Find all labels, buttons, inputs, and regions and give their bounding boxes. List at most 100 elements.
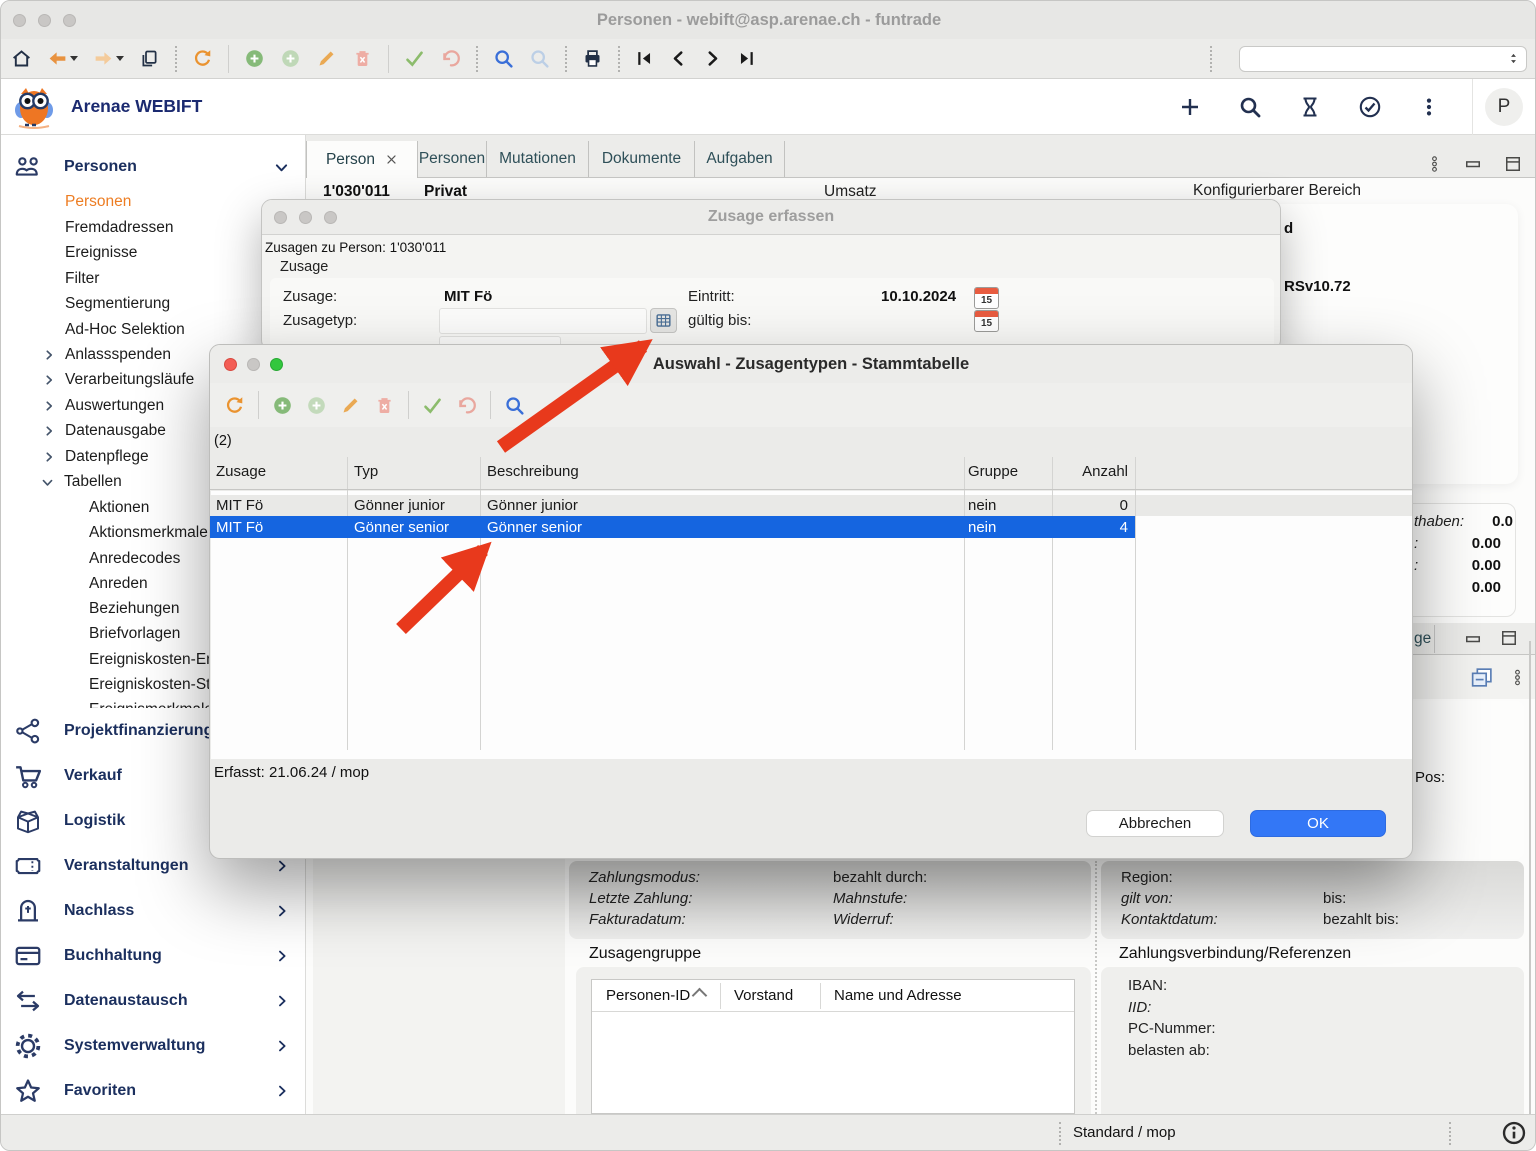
group-label: Zusage: [280, 259, 328, 275]
refresh-icon[interactable]: [224, 395, 245, 416]
box-icon: [13, 806, 43, 836]
statusbar-handle: [1449, 1122, 1451, 1145]
mahnstufe-label: Mahnstufe:: [833, 890, 907, 907]
delete-icon[interactable]: [352, 48, 373, 69]
minimize-panel-icon[interactable]: [1463, 154, 1483, 174]
duplicate-window-icon[interactable]: [139, 48, 160, 69]
tab-personen[interactable]: Personen: [418, 141, 487, 177]
sidebar-section-favoriten[interactable]: Favoriten: [1, 1068, 305, 1113]
tab-person[interactable]: Person: [306, 141, 418, 178]
chevron-down-icon[interactable]: [274, 160, 289, 175]
col-beschreibung[interactable]: Beschreibung: [487, 463, 579, 480]
forward-history-caret[interactable]: [116, 56, 124, 61]
drag-handle-icon[interactable]: [1509, 664, 1526, 691]
column-divider: [1095, 861, 1097, 1114]
add-copy-icon[interactable]: [306, 395, 327, 416]
refresh-icon[interactable]: [192, 48, 213, 69]
ok-button[interactable]: OK: [1250, 810, 1386, 837]
eintritt-label: Eintritt:: [688, 288, 735, 305]
print-icon[interactable]: [582, 48, 603, 69]
cell-typ[interactable]: Gönner junior: [354, 497, 445, 514]
add-icon[interactable]: [244, 48, 265, 69]
dialog-auswahl-zusagentypen: Auswahl - Zusagentypen - Stammtabelle (2…: [209, 344, 1413, 859]
previous-record-icon[interactable]: [669, 49, 688, 68]
undo-icon[interactable]: [456, 395, 477, 416]
config-area-label: Konfigurierbarer Bereich: [1193, 182, 1361, 200]
cell-anzahl[interactable]: 4: [1052, 519, 1128, 536]
cell-zusage[interactable]: MIT Fö: [216, 519, 263, 536]
sort-ascending-icon[interactable]: [692, 988, 708, 1004]
add-copy-icon[interactable]: [280, 48, 301, 69]
zusagengruppe-table[interactable]: Personen-ID Vorstand Name und Adresse: [591, 979, 1075, 1114]
sidebar-section-systemverwaltung[interactable]: Systemverwaltung: [1, 1023, 305, 1068]
calendar-picker-icon[interactable]: 15: [974, 287, 999, 309]
cell-zusage[interactable]: MIT Fö: [216, 497, 263, 514]
sidebar-section-datenaustausch[interactable]: Datenaustausch: [1, 978, 305, 1023]
iban-label: IBAN:: [1128, 977, 1167, 994]
sidebar-section-buchhaltung[interactable]: Buchhaltung: [1, 933, 305, 978]
search-icon[interactable]: [493, 48, 514, 69]
tab-dokumente[interactable]: Dokumente: [589, 141, 695, 177]
search-icon[interactable]: [504, 395, 525, 416]
calendar-picker-icon[interactable]: 15: [974, 310, 999, 332]
zusagetyp-input[interactable]: [439, 308, 647, 334]
cell-gruppe[interactable]: nein: [968, 519, 996, 536]
tab-mutationen[interactable]: Mutationen: [487, 141, 589, 177]
cell-beschreibung[interactable]: Gönner senior: [487, 519, 582, 536]
add-icon[interactable]: [272, 395, 293, 416]
pending-tasks-icon[interactable]: [1298, 95, 1322, 119]
dialog-toolbar: [210, 383, 1412, 427]
done-tasks-icon[interactable]: [1358, 95, 1382, 119]
dialog-titlebar[interactable]: Zusage erfassen: [262, 200, 1280, 235]
cell-beschreibung[interactable]: Gönner junior: [487, 497, 578, 514]
dialog-titlebar[interactable]: Auswahl - Zusagentypen - Stammtabelle: [210, 345, 1412, 384]
info-icon[interactable]: [1501, 1120, 1527, 1146]
confirm-icon[interactable]: [422, 395, 443, 416]
col-gruppe[interactable]: Gruppe: [968, 463, 1018, 480]
lookup-table-icon[interactable]: [650, 308, 677, 333]
home-icon[interactable]: [11, 48, 32, 69]
new-icon[interactable]: [1178, 95, 1202, 119]
drag-handle-icon[interactable]: [1426, 151, 1443, 177]
user-avatar[interactable]: P: [1485, 88, 1523, 126]
forward-button[interactable]: [93, 48, 124, 69]
col-anzahl[interactable]: Anzahl: [1052, 463, 1128, 480]
col-zusage[interactable]: Zusage: [216, 463, 266, 480]
cancel-button[interactable]: Abbrechen: [1086, 810, 1224, 837]
col-personen-id[interactable]: Personen-ID: [606, 987, 690, 1004]
quick-select-dropdown[interactable]: [1239, 46, 1527, 72]
cell-gruppe[interactable]: nein: [968, 497, 996, 514]
undo-icon[interactable]: [440, 48, 461, 69]
back-history-caret[interactable]: [70, 56, 78, 61]
toolbar-separator: [1210, 46, 1212, 72]
maximize-panel-icon[interactable]: [1499, 628, 1519, 648]
col-name-adresse[interactable]: Name und Adresse: [834, 987, 962, 1004]
col-typ[interactable]: Typ: [354, 463, 378, 480]
global-search-icon[interactable]: [1238, 95, 1262, 119]
panel-layout-icon[interactable]: [1469, 665, 1494, 690]
right-tab-fragment[interactable]: ge: [1414, 630, 1431, 648]
maximize-panel-icon[interactable]: [1503, 154, 1523, 174]
sidebar-section-nachlass[interactable]: Nachlass: [1, 888, 305, 933]
col-vorstand[interactable]: Vorstand: [734, 987, 793, 1004]
delete-icon[interactable]: [374, 395, 395, 416]
minimize-panel-icon[interactable]: [1463, 629, 1483, 649]
edit-icon[interactable]: [340, 395, 361, 416]
tab-aufgaben[interactable]: Aufgaben: [695, 141, 785, 177]
close-tab-icon[interactable]: [385, 153, 398, 166]
last-record-icon[interactable]: [737, 49, 756, 68]
back-button[interactable]: [47, 48, 78, 69]
sidebar-section-personen[interactable]: Personen: [1, 149, 305, 185]
cell-typ[interactable]: Gönner senior: [354, 519, 449, 536]
search-secondary-icon[interactable]: [529, 48, 550, 69]
toolbar-separator: [476, 46, 478, 72]
more-menu-icon[interactable]: [1418, 96, 1440, 118]
confirm-icon[interactable]: [404, 48, 425, 69]
first-record-icon[interactable]: [635, 49, 654, 68]
letzte-zahlung-label: Letzte Zahlung:: [589, 890, 692, 907]
edit-icon[interactable]: [316, 48, 337, 69]
next-record-icon[interactable]: [703, 49, 722, 68]
cell-anzahl[interactable]: 0: [1052, 497, 1128, 514]
empty-panel: [313, 859, 565, 1114]
scrollbar-track[interactable]: [1529, 641, 1531, 1114]
